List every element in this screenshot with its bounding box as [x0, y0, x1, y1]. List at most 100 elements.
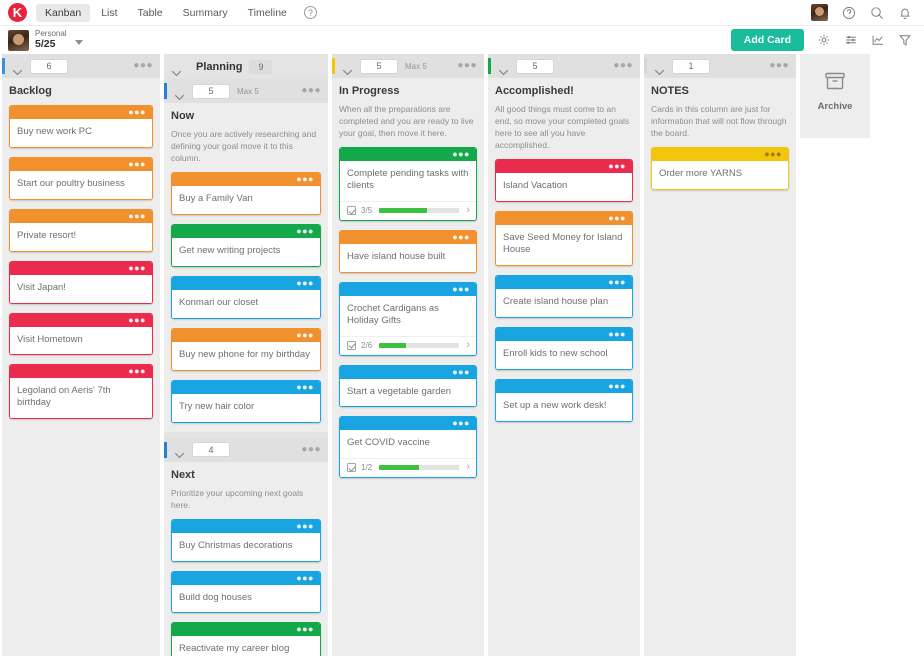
card-title: Buy a Family Van — [172, 186, 320, 215]
column-menu-icon[interactable]: ●●● — [613, 61, 633, 71]
card-title: Get new writing projects — [172, 238, 320, 266]
card[interactable]: ●●● Private resort! — [9, 208, 153, 252]
card[interactable]: ●●● Order more YARNS — [651, 147, 789, 191]
card-menu-icon[interactable]: ●●● — [296, 521, 314, 531]
archive-column[interactable]: Archive — [800, 54, 870, 138]
bell-icon[interactable] — [897, 5, 912, 20]
checklist-count: 3/5 — [361, 205, 373, 215]
card-menu-icon[interactable]: ●●● — [452, 419, 470, 428]
chart-icon[interactable] — [870, 33, 885, 48]
chevron-right-icon[interactable]: › — [466, 204, 470, 216]
card-menu-icon[interactable]: ●●● — [452, 232, 470, 242]
card[interactable]: ●●● Save Seed Money for Island House — [495, 211, 633, 266]
card-menu-icon[interactable]: ●●● — [296, 382, 314, 392]
card-menu-icon[interactable]: ●●● — [452, 284, 470, 294]
card[interactable]: ●●● Start a vegetable garden — [339, 364, 477, 408]
card[interactable]: ●●● Get new writing projects — [171, 224, 321, 267]
card[interactable]: ●●● Have island house built — [339, 229, 477, 273]
card[interactable]: ●●● Visit Japan! — [9, 260, 153, 304]
column-header-now: 5 Max 5 ●●● — [164, 79, 328, 103]
card-menu-icon[interactable]: ●●● — [296, 573, 314, 583]
chevron-down-icon[interactable] — [654, 63, 665, 75]
card-title: Build dog houses — [172, 584, 320, 613]
card[interactable]: ●●● Buy new work PC — [9, 105, 153, 148]
card-title: Set up a new work desk! — [496, 392, 632, 421]
column-description: When all the preparations are completed … — [339, 104, 474, 139]
card-menu-icon[interactable]: ●●● — [296, 175, 314, 184]
card-menu-icon[interactable]: ●●● — [128, 159, 146, 169]
card[interactable]: ●●● Get COVID vaccine 1/2 › — [339, 416, 477, 479]
filter-icon[interactable] — [897, 33, 912, 48]
card[interactable]: ●●● Buy new phone for my birthday — [171, 327, 321, 371]
card-menu-icon[interactable]: ●●● — [608, 214, 626, 223]
card[interactable]: ●●● Legoland on Aeris' 7th birthday — [9, 364, 153, 420]
board-count-label: 5/25 — [35, 37, 56, 50]
help-circle-icon-right[interactable] — [841, 5, 856, 20]
card[interactable]: ●●● Create island house plan — [495, 274, 633, 318]
swimlane-title: Planning — [196, 61, 243, 73]
chevron-right-icon[interactable]: › — [466, 339, 470, 351]
card[interactable]: ●●● Buy a Family Van — [171, 172, 321, 216]
checkbox-icon — [347, 205, 356, 215]
card[interactable]: ●●● Enroll kids to new school — [495, 326, 633, 370]
card-menu-icon[interactable]: ●●● — [128, 108, 146, 117]
card-menu-icon[interactable]: ●●● — [128, 263, 146, 273]
card[interactable]: ●●● Reactivate my career blog — [171, 622, 321, 656]
chevron-down-icon[interactable] — [342, 63, 353, 75]
card-color-bar: ●●● — [340, 417, 476, 431]
chevron-down-icon[interactable] — [174, 446, 185, 459]
help-circle-icon[interactable]: ? — [303, 6, 317, 19]
card[interactable]: ●●● Island Vacation — [495, 159, 633, 203]
column-title: NOTES — [651, 85, 689, 97]
tab-kanban[interactable]: Kanban — [36, 3, 91, 22]
search-icon[interactable] — [869, 5, 884, 20]
card-menu-icon[interactable]: ●●● — [452, 367, 470, 377]
card[interactable]: ●●● Visit Hometown — [9, 312, 153, 356]
board-selector[interactable]: Personal 5/25 — [8, 29, 83, 51]
card[interactable]: ●●● Try new hair color — [171, 379, 321, 423]
card[interactable]: ●●● Konmari our closet — [171, 275, 321, 319]
column-menu-icon[interactable]: ●●● — [301, 444, 321, 455]
column-title: Now — [171, 110, 195, 122]
card-menu-icon[interactable]: ●●● — [128, 211, 146, 221]
card[interactable]: ●●● Crochet Cardigans as Holiday Gifts 2/6… — [339, 281, 477, 356]
column-menu-icon[interactable]: ●●● — [457, 61, 477, 71]
card-menu-icon[interactable]: ●●● — [296, 625, 314, 634]
card-color-bar: ●●● — [10, 209, 152, 223]
card-menu-icon[interactable]: ●●● — [128, 315, 146, 325]
sliders-icon[interactable] — [843, 33, 858, 48]
tab-list[interactable]: List — [92, 4, 126, 22]
card-menu-icon[interactable]: ●●● — [608, 277, 626, 287]
chevron-down-icon[interactable] — [12, 63, 23, 75]
card-menu-icon[interactable]: ●●● — [608, 381, 626, 391]
card[interactable]: ●●● Complete pending tasks with clients 3/… — [339, 147, 477, 221]
card[interactable]: ●●● Build dog houses — [171, 570, 321, 614]
chevron-down-icon[interactable] — [171, 64, 182, 76]
card-menu-icon[interactable]: ●●● — [764, 150, 782, 159]
card-menu-icon[interactable]: ●●● — [608, 162, 626, 171]
card[interactable]: ●●● Start our poultry business — [9, 156, 153, 200]
card-menu-icon[interactable]: ●●● — [296, 278, 314, 288]
card[interactable]: ●●● Set up a new work desk! — [495, 378, 633, 422]
column-menu-icon[interactable]: ●●● — [133, 61, 153, 71]
card-menu-icon[interactable]: ●●● — [608, 329, 626, 339]
board-info: Personal 5/25 — [35, 29, 67, 50]
user-avatar[interactable] — [811, 4, 828, 21]
tab-table[interactable]: Table — [129, 4, 172, 22]
chevron-down-icon[interactable] — [174, 88, 185, 100]
tab-timeline[interactable]: Timeline — [239, 4, 296, 22]
app-logo-icon[interactable]: K — [8, 3, 27, 22]
column-menu-icon[interactable]: ●●● — [301, 86, 321, 96]
card-menu-icon[interactable]: ●●● — [296, 227, 314, 236]
add-card-button[interactable]: Add Card — [730, 29, 804, 51]
gear-icon[interactable] — [816, 33, 831, 48]
card-menu-icon[interactable]: ●●● — [128, 367, 146, 376]
card-menu-icon[interactable]: ●●● — [452, 150, 470, 159]
card-menu-icon[interactable]: ●●● — [296, 330, 314, 340]
column-menu-icon[interactable]: ●●● — [769, 61, 789, 71]
chevron-right-icon[interactable]: › — [466, 462, 470, 473]
chevron-down-icon[interactable] — [74, 39, 83, 45]
card[interactable]: ●●● Buy Christmas decorations — [171, 518, 321, 562]
tab-summary[interactable]: Summary — [174, 4, 237, 22]
chevron-down-icon[interactable] — [498, 63, 509, 75]
